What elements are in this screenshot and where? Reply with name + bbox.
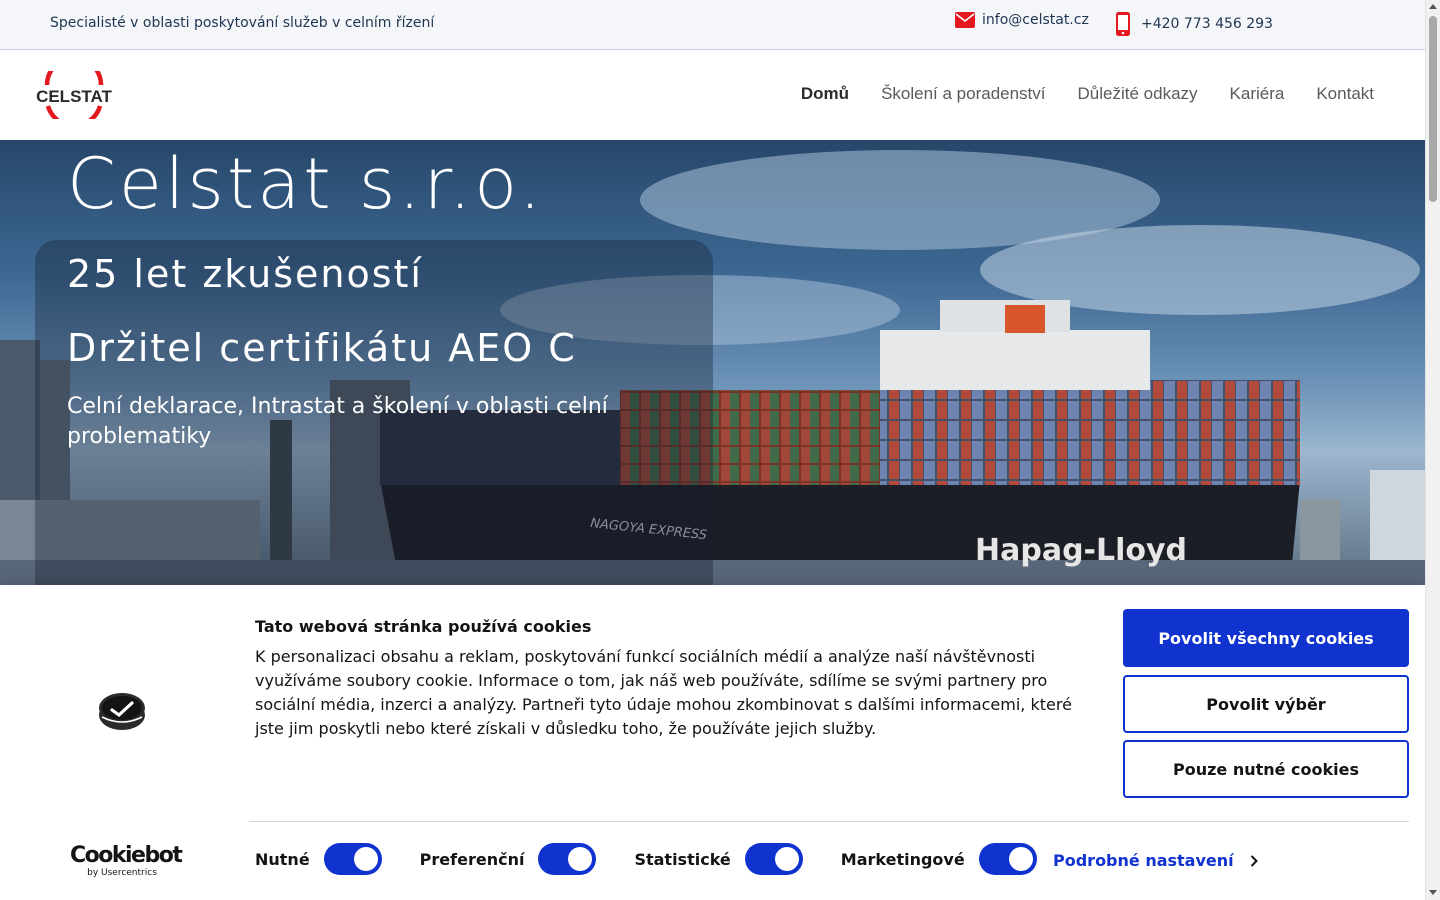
- cookie-description: K personalizaci obsahu a reklam, poskyto…: [255, 647, 1072, 738]
- page-scrollbar[interactable]: [1425, 0, 1440, 900]
- nav-career[interactable]: Kariéra: [1230, 84, 1285, 104]
- main-nav: Domů Školení a poradenství Důležité odka…: [801, 84, 1374, 104]
- allow-selection-button[interactable]: Povolit výběr: [1123, 675, 1409, 733]
- phone-icon: [1116, 12, 1130, 36]
- email-text: info@celstat.cz: [982, 12, 1089, 28]
- top-info-bar: Specialisté v oblasti poskytování služeb…: [0, 0, 1425, 50]
- toggle-preferences-switch[interactable]: [538, 843, 597, 875]
- necessary-only-button[interactable]: Pouze nutné cookies: [1123, 740, 1409, 798]
- cookie-shield-icon: [99, 693, 145, 730]
- hull-text: Hapag-Lloyd: [975, 533, 1187, 568]
- toggle-statistics-switch[interactable]: [744, 843, 803, 875]
- cookie-title: Tato webová stránka používá cookies: [255, 617, 592, 636]
- nav-training[interactable]: Školení a poradenství: [881, 84, 1045, 104]
- cookiebot-logo[interactable]: Cookiebot by Usercentrics: [70, 843, 183, 879]
- toggle-marketing-switch[interactable]: [978, 843, 1037, 875]
- toggle-preferences-label: Preferenční: [419, 849, 525, 869]
- site-header: CELSTAT Domů Školení a poradenství Důlež…: [0, 50, 1425, 140]
- hero-title: Celstat s.r.o.: [67, 143, 545, 225]
- toggle-necessary-switch[interactable]: [323, 843, 382, 875]
- cookiebot-by: by Usercentrics: [87, 868, 157, 878]
- hero-subtitle-services: Celní deklarace, Intrastat a školení v o…: [67, 394, 608, 449]
- scrollbar-thumb[interactable]: [1429, 16, 1437, 202]
- phone-text: +420 773 456 293: [1141, 16, 1273, 32]
- cookiebot-brand: Cookiebot: [70, 843, 183, 868]
- scroll-up-icon[interactable]: [1429, 4, 1437, 9]
- email-link[interactable]: info@celstat.cz: [955, 12, 1089, 28]
- celstat-logo[interactable]: CELSTAT: [36, 71, 112, 119]
- logo-text: CELSTAT: [36, 87, 112, 106]
- toggle-marketing: Marketingové: [841, 843, 1037, 875]
- cookie-divider: [249, 821, 1409, 822]
- toggle-necessary: Nutné: [255, 843, 382, 875]
- chevron-right-icon: [1250, 854, 1258, 867]
- toggle-statistics: Statistické: [634, 843, 803, 875]
- toggle-statistics-label: Statistické: [634, 849, 731, 869]
- nav-contact[interactable]: Kontakt: [1316, 84, 1374, 104]
- toggle-preferences: Preferenční: [420, 843, 597, 875]
- toggle-marketing-label: Marketingové: [840, 849, 965, 869]
- detailed-settings-link[interactable]: Podrobné nastavení: [1053, 851, 1258, 870]
- cookie-consent-banner: Tato webová stránka používá cookies K pe…: [0, 585, 1425, 900]
- phone-link[interactable]: +420 773 456 293: [1115, 12, 1273, 36]
- nav-links[interactable]: Důležité odkazy: [1078, 84, 1198, 104]
- tagline: Specialisté v oblasti poskytování služeb…: [50, 15, 435, 31]
- mail-icon: [955, 12, 975, 28]
- cookie-category-toggles: Nutné Preferenční Statistické Marketingo…: [255, 843, 1075, 875]
- scroll-down-icon[interactable]: [1429, 890, 1437, 895]
- hero-subtitle-experience: 25 let zkušeností: [67, 252, 423, 296]
- allow-all-cookies-button[interactable]: Povolit všechny cookies: [1123, 609, 1409, 667]
- hero-subtitle-certificate: Držitel certifikátu AEO C: [67, 326, 577, 370]
- nav-home[interactable]: Domů: [801, 84, 849, 104]
- detailed-settings-label: Podrobné nastavení: [1053, 851, 1234, 870]
- toggle-necessary-label: Nutné: [255, 849, 310, 869]
